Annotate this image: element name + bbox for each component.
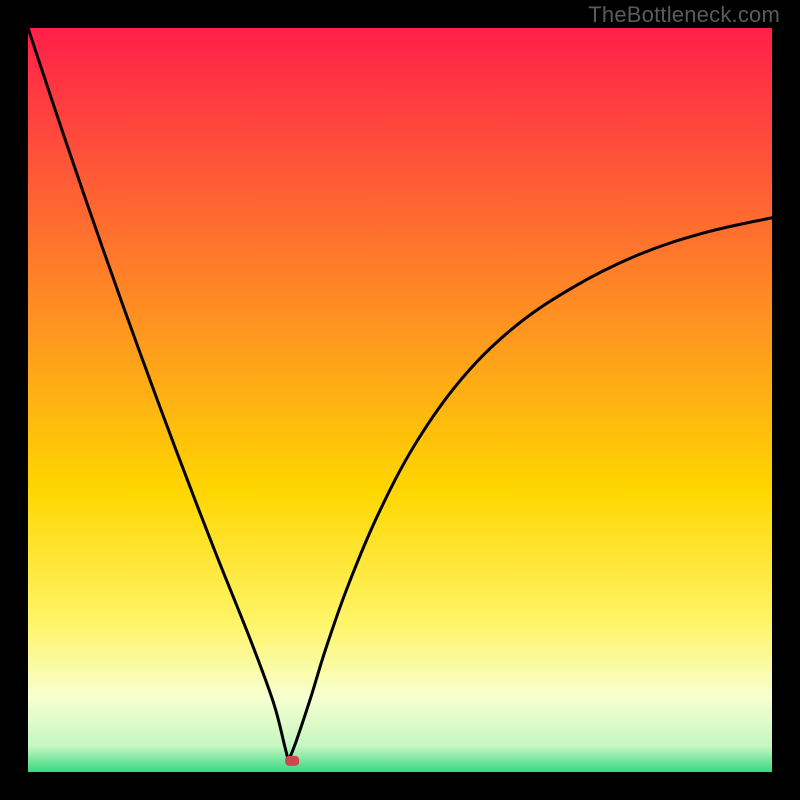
bottleneck-chart: [28, 28, 772, 772]
gradient-background: [28, 28, 772, 772]
min-marker-dot: [285, 756, 299, 766]
min-marker: [285, 756, 299, 766]
watermark-text: TheBottleneck.com: [588, 2, 780, 28]
